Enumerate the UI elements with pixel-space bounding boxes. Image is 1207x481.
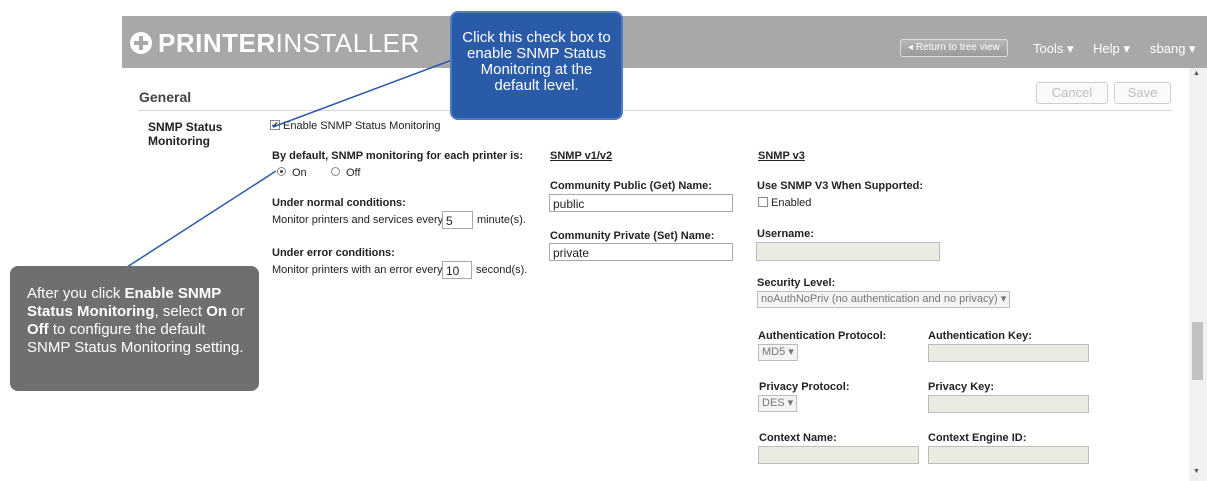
gray-tip-text-1: After you click: [27, 285, 125, 302]
gray-tip-text-2: , select: [154, 303, 207, 320]
gray-tip-bold-2: On: [206, 303, 228, 320]
gray-callout-pointer: [126, 170, 277, 268]
blue-callout-pointer: [272, 59, 453, 128]
gray-tip-text-4: to configure the default SNMP Status Mon…: [27, 321, 244, 356]
on-off-tip-callout: After you click Enable SNMP Status Monit…: [10, 266, 259, 391]
gray-tip-bold-3: Off: [27, 321, 49, 338]
checkbox-tip-callout: Click this check box to enable SNMP Stat…: [450, 11, 623, 120]
gray-tip-text-3: or: [227, 303, 245, 320]
